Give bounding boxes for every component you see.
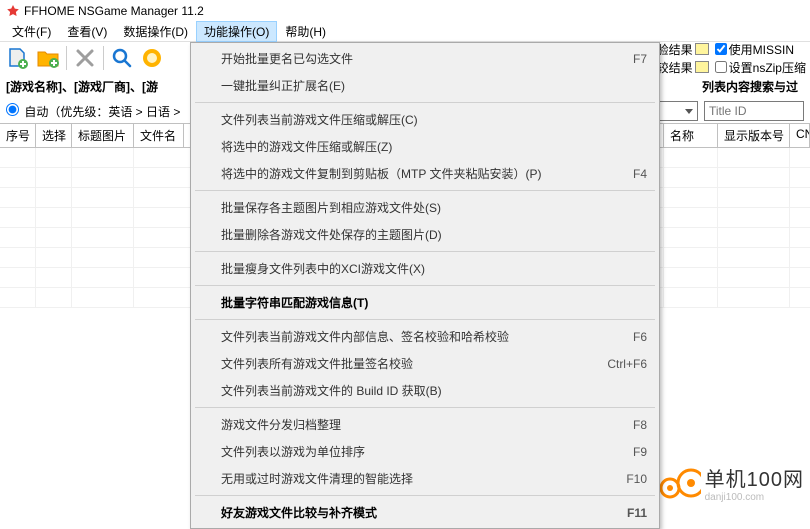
sig-colorbox[interactable] [695,43,709,55]
menu-archive-organize[interactable]: 游戏文件分发归档整理F8 [193,411,657,438]
menu-separator [195,102,655,103]
watermark-icon [659,466,701,500]
menu-get-buildid[interactable]: 文件列表当前游戏文件的 Build ID 获取(B) [193,377,657,404]
watermark-url: danji100.com [705,492,764,503]
menu-separator [195,407,655,408]
menu-separator [195,190,655,191]
menu-separator [195,319,655,320]
nszip-checkbox[interactable]: 设置nsZip压缩 [715,59,806,76]
menu-save-theme-images[interactable]: 批量保存各主题图片到相应游戏文件处(S) [193,194,657,221]
auto-language-radio[interactable]: 自动（优先级：英语 > 日语 > [6,103,180,120]
auto-radio-input[interactable] [6,103,19,116]
menu-friend-compare-mode[interactable]: 好友游戏文件比较与补齐模式F11 [193,499,657,526]
menu-view[interactable]: 查看(V) [59,21,115,42]
menu-smart-select-unused[interactable]: 无用或过时游戏文件清理的智能选择F10 [193,465,657,492]
add-folder-button[interactable] [34,44,62,72]
menu-separator [195,285,655,286]
menu-batch-rename[interactable]: 开始批量更名已勾选文件F7 [193,45,657,72]
titleid-input[interactable] [704,101,804,121]
menubar: 文件(F) 查看(V) 数据操作(D) 功能操作(O) 帮助(H) [0,22,810,42]
col-select[interactable]: 选择 [36,124,72,147]
window-titlebar: FFHOME NSGame Manager 11.2 [0,0,810,22]
function-ops-dropdown: 开始批量更名已勾选文件F7 一键批量纠正扩展名(E) 文件列表当前游戏文件压缩或… [190,42,660,529]
col-cn[interactable]: CN [790,124,810,147]
watermark-brand: 单机100网 [705,463,804,492]
menu-batch-string-match[interactable]: 批量字符串匹配游戏信息(T) [193,289,657,316]
ver-colorbox[interactable] [695,61,709,73]
toolbar-separator [103,46,104,70]
menu-separator [195,251,655,252]
col-filename[interactable]: 文件名 [134,124,184,147]
menu-fix-extensions[interactable]: 一键批量纠正扩展名(E) [193,72,657,99]
menu-compress-selected[interactable]: 将选中的游戏文件压缩或解压(Z) [193,133,657,160]
col-title-img[interactable]: 标题图片 [72,124,134,147]
watermark: 单机100网 danji100.com [659,463,804,503]
add-file-button[interactable] [4,44,32,72]
col-index[interactable]: 序号 [0,124,36,147]
search-button[interactable] [108,44,136,72]
menu-data-ops[interactable]: 数据操作(D) [115,21,196,42]
menu-batch-sig-verify[interactable]: 文件列表所有游戏文件批量签名校验Ctrl+F6 [193,350,657,377]
col-version[interactable]: 显示版本号 [718,124,790,147]
menu-function-ops[interactable]: 功能操作(O) [196,21,277,42]
menu-separator [195,495,655,496]
menu-delete-theme-images[interactable]: 批量删除各游戏文件处保存的主题图片(D) [193,221,657,248]
search-section-title: 列表内容搜索与过 [702,78,804,95]
menu-file-info-verify[interactable]: 文件列表当前游戏文件内部信息、签名校验和哈希校验F6 [193,323,657,350]
use-missin-input[interactable] [715,43,727,55]
use-missin-checkbox[interactable]: 使用MISSIN [715,41,806,58]
delete-button[interactable] [71,44,99,72]
app-icon [6,4,20,18]
menu-file[interactable]: 文件(F) [4,21,59,42]
refresh-button[interactable] [138,44,166,72]
menu-help[interactable]: 帮助(H) [277,21,334,42]
menu-copy-clipboard[interactable]: 将选中的游戏文件复制到剪贴板（MTP 文件夹粘贴安装）(P)F4 [193,160,657,187]
menu-slim-xci[interactable]: 批量瘦身文件列表中的XCI游戏文件(X) [193,255,657,282]
toolbar-separator [66,46,67,70]
nszip-input[interactable] [715,61,727,73]
window-title: FFHOME NSGame Manager 11.2 [24,4,204,18]
col-name[interactable]: 名称 [664,124,718,147]
menu-sort-by-game[interactable]: 文件列表以游戏为单位排序F9 [193,438,657,465]
menu-compress-current[interactable]: 文件列表当前游戏文件压缩或解压(C) [193,106,657,133]
filter-label: [游戏名称]、[游戏厂商]、[游 [6,78,158,95]
